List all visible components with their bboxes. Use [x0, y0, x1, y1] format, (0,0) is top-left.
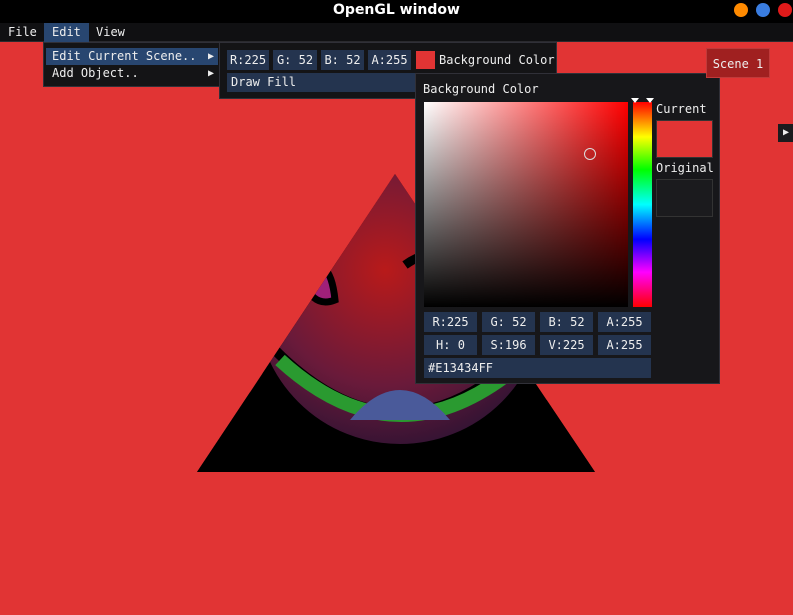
bg-blue-field[interactable]: B: 52 [321, 50, 364, 70]
sv-cursor-icon[interactable] [584, 148, 596, 160]
menu-item-add-object[interactable]: Add Object.. ▶ [46, 65, 218, 82]
menu-file[interactable]: File [0, 23, 45, 42]
bg-alpha-field[interactable]: A:255 [368, 50, 411, 70]
scene-1-button[interactable]: Scene 1 [706, 48, 770, 78]
picker-red-field[interactable]: R:225 [424, 312, 477, 332]
current-color-swatch [656, 120, 713, 158]
bg-color-swatch[interactable] [416, 51, 435, 69]
picker-value-field[interactable]: V:225 [540, 335, 593, 355]
menu-edit[interactable]: Edit [44, 23, 89, 42]
saturation-value-area[interactable] [424, 102, 628, 307]
menu-item-label: Add Object.. [52, 66, 139, 80]
menu-bar: File Edit View [0, 23, 793, 42]
picker-green-field[interactable]: G: 52 [482, 312, 535, 332]
draw-fill-checkbox[interactable]: Draw Fill [227, 73, 417, 92]
maximize-icon[interactable] [756, 3, 770, 17]
hex-input[interactable]: #E13434FF [424, 358, 651, 378]
hue-marker-icon[interactable] [646, 98, 654, 103]
hue-slider[interactable] [633, 102, 652, 307]
picker-alpha-field[interactable]: A:255 [598, 312, 651, 332]
bg-red-field[interactable]: R:225 [227, 50, 269, 70]
color-picker-popup: Background Color Current Original R:225 … [415, 73, 720, 384]
edit-menu: Edit Current Scene.. ▶ Add Object.. ▶ [43, 42, 221, 87]
bg-green-field[interactable]: G: 52 [273, 50, 317, 70]
menu-item-label: Edit Current Scene.. [52, 49, 197, 63]
close-icon[interactable] [778, 3, 792, 17]
current-label: Current [656, 102, 707, 116]
menu-item-edit-current-scene[interactable]: Edit Current Scene.. ▶ [46, 48, 218, 65]
submenu-arrow-icon: ▶ [207, 51, 214, 62]
bg-color-label: Background Color [439, 53, 555, 67]
minimize-icon[interactable] [734, 3, 748, 17]
hue-marker-icon[interactable] [631, 98, 639, 103]
picker-saturation-field[interactable]: S:196 [482, 335, 535, 355]
original-color-swatch[interactable] [656, 179, 713, 217]
picker-hue-field[interactable]: H: 0 [424, 335, 477, 355]
picker-alpha2-field[interactable]: A:255 [598, 335, 651, 355]
expand-arrow-icon[interactable]: ▶ [778, 124, 793, 142]
window-title: OpenGL window [333, 2, 460, 18]
picker-blue-field[interactable]: B: 52 [540, 312, 593, 332]
submenu-arrow-icon: ▶ [207, 68, 214, 79]
menu-view[interactable]: View [88, 23, 133, 42]
title-bar: OpenGL window [0, 0, 793, 23]
original-label: Original [656, 161, 714, 175]
picker-title: Background Color [423, 82, 539, 96]
